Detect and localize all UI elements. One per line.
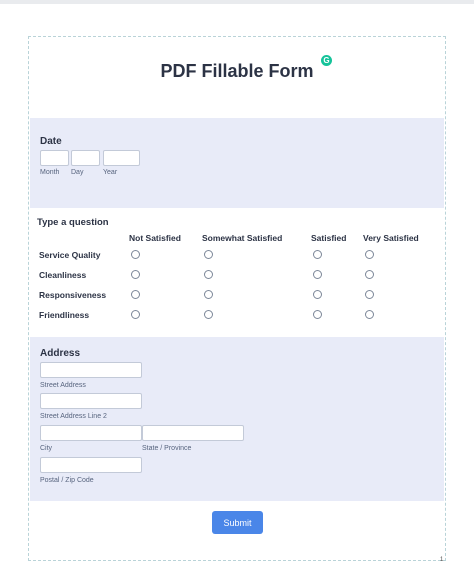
submit-button[interactable]: Submit (212, 511, 263, 534)
matrix-col-very-satisfied: Very Satisfied (363, 233, 419, 243)
radio-cleanliness-somewhat-satisfied[interactable] (204, 270, 213, 279)
radio-friendliness-satisfied[interactable] (313, 310, 322, 319)
radio-service-quality-satisfied[interactable] (313, 250, 322, 259)
pdf-page: PDF Fillable Form G Date Month Day Year … (0, 4, 474, 564)
matrix-row-service-quality: Service Quality (39, 250, 101, 260)
date-month-sublabel: Month (40, 169, 60, 176)
form-container: PDF Fillable Form G Date Month Day Year … (28, 36, 446, 561)
radio-service-quality-somewhat-satisfied[interactable] (204, 250, 213, 259)
date-day-input[interactable] (71, 150, 100, 166)
radio-responsiveness-satisfied[interactable] (313, 290, 322, 299)
street-address-line2-input[interactable] (40, 393, 142, 409)
radio-cleanliness-satisfied[interactable] (313, 270, 322, 279)
postal-zip-input[interactable] (40, 457, 142, 473)
radio-service-quality-not-satisfied[interactable] (131, 250, 140, 259)
radio-responsiveness-somewhat-satisfied[interactable] (204, 290, 213, 299)
radio-responsiveness-very-satisfied[interactable] (365, 290, 374, 299)
radio-friendliness-not-satisfied[interactable] (131, 310, 140, 319)
matrix-col-somewhat-satisfied: Somewhat Satisfied (202, 233, 283, 243)
street-address-sublabel: Street Address (40, 382, 86, 389)
date-day-sublabel: Day (71, 169, 84, 176)
matrix-row-friendliness: Friendliness (39, 310, 90, 320)
page-number: 1 (440, 557, 444, 563)
radio-friendliness-very-satisfied[interactable] (365, 310, 374, 319)
address-label: Address (40, 348, 81, 359)
date-year-sublabel: Year (103, 169, 118, 176)
grammarly-icon[interactable]: G (321, 55, 332, 66)
matrix-row-responsiveness: Responsiveness (39, 290, 107, 300)
radio-service-quality-very-satisfied[interactable] (365, 250, 374, 259)
street-address-input[interactable] (40, 362, 142, 378)
postal-zip-sublabel: Postal / Zip Code (40, 477, 94, 484)
matrix-question: Type a question (37, 217, 109, 228)
radio-cleanliness-very-satisfied[interactable] (365, 270, 374, 279)
date-year-input[interactable] (103, 150, 140, 166)
city-input[interactable] (40, 425, 142, 441)
radio-cleanliness-not-satisfied[interactable] (131, 270, 140, 279)
matrix-col-not-satisfied: Not Satisfied (129, 233, 181, 243)
matrix-col-satisfied: Satisfied (311, 233, 347, 243)
street-address-line2-sublabel: Street Address Line 2 (40, 413, 107, 420)
state-province-sublabel: State / Province (142, 445, 192, 452)
radio-responsiveness-not-satisfied[interactable] (131, 290, 140, 299)
radio-friendliness-somewhat-satisfied[interactable] (204, 310, 213, 319)
state-province-input[interactable] (142, 425, 244, 441)
date-month-input[interactable] (40, 150, 69, 166)
date-label: Date (40, 136, 62, 147)
city-sublabel: City (40, 445, 53, 452)
form-title: PDF Fillable Form (160, 61, 314, 81)
matrix-row-cleanliness: Cleanliness (39, 270, 87, 280)
